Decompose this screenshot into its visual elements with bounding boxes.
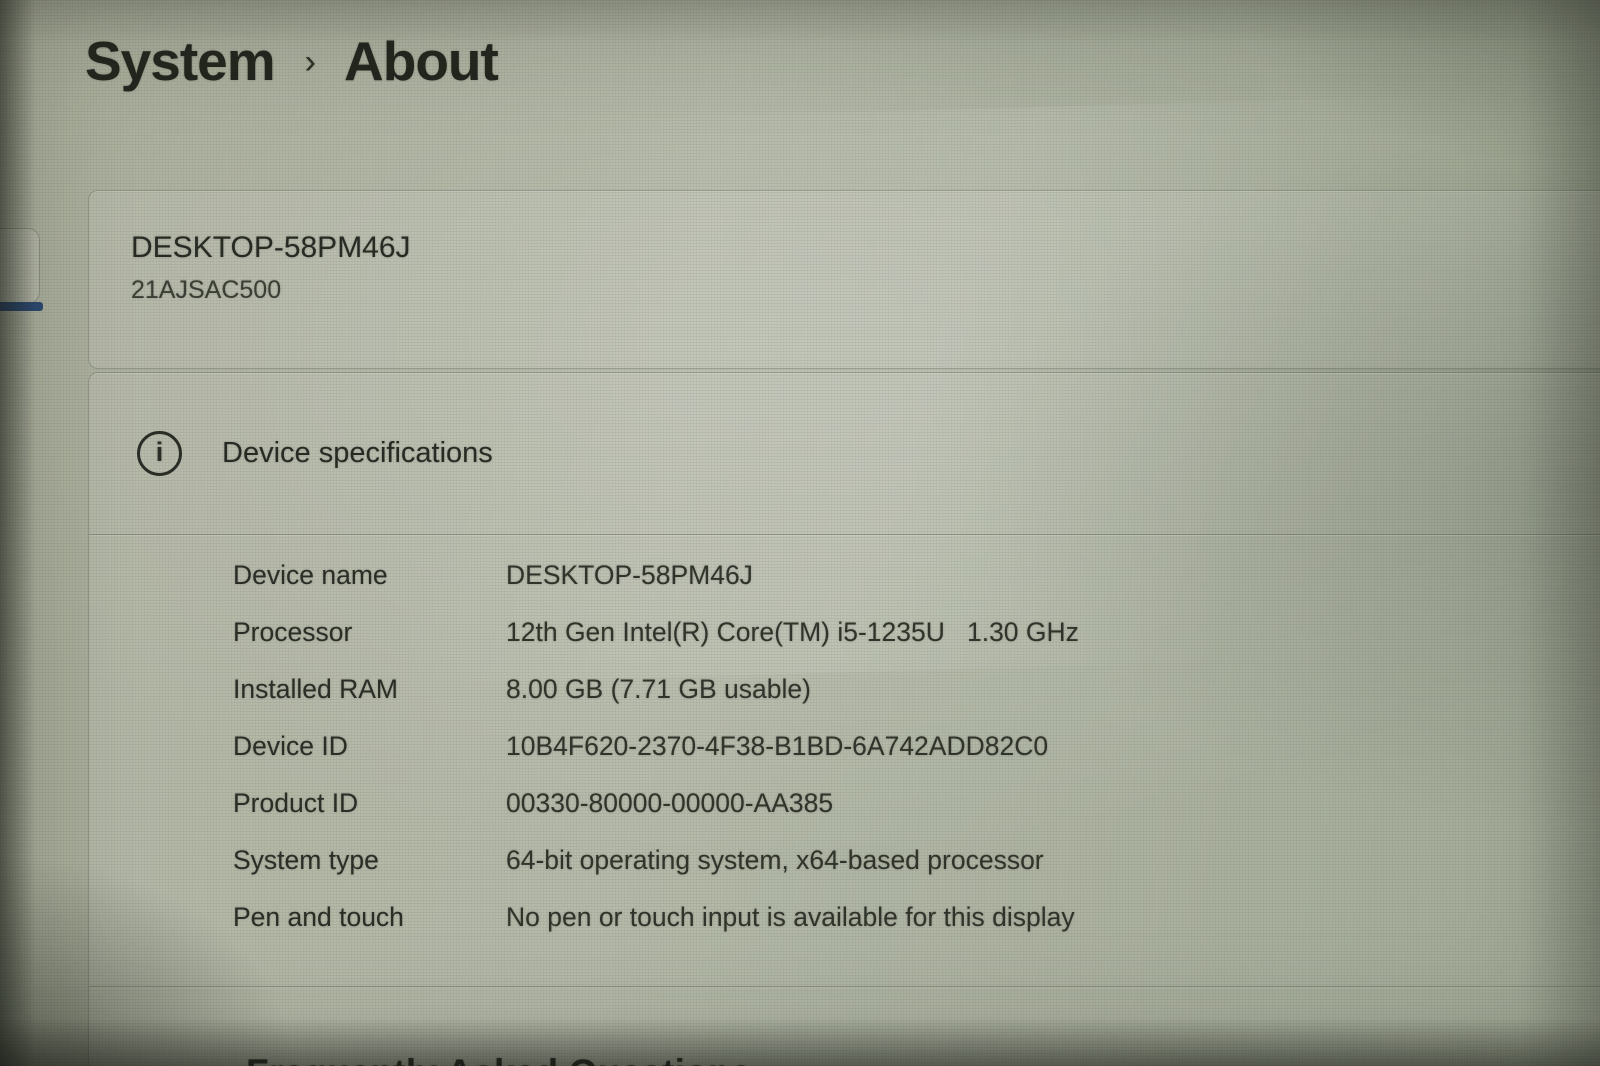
settings-about-page: System › About DESKTOP-58PM46J 21AJSAC50… xyxy=(0,0,1600,1066)
spec-row-processor: Processor 12th Gen Intel(R) Core(TM) i5-… xyxy=(233,616,1594,673)
accent-bar xyxy=(0,302,43,311)
breadcrumb: System › About xyxy=(85,26,498,98)
spec-list: Device name DESKTOP-58PM46J Processor 12… xyxy=(233,559,1594,958)
faq-section-title: Frequently Asked Questions xyxy=(246,1052,752,1066)
spec-value: 10B4F620-2370-4F38-B1BD-6A742ADD82C0 xyxy=(506,730,1048,762)
info-icon: i xyxy=(137,431,182,476)
spec-label: System type xyxy=(233,844,506,876)
spec-value: 64-bit operating system, x64-based proce… xyxy=(506,844,1044,876)
device-name-card: DESKTOP-58PM46J 21AJSAC500 xyxy=(88,190,1600,369)
spec-label: Device ID xyxy=(233,730,506,762)
sidebar-selected-item-partial[interactable] xyxy=(0,228,40,304)
spec-value: DESKTOP-58PM46J xyxy=(506,559,753,591)
spec-row-system-type: System type 64-bit operating system, x64… xyxy=(233,844,1594,901)
device-name: DESKTOP-58PM46J xyxy=(131,231,411,265)
spec-value: 12th Gen Intel(R) Core(TM) i5-1235U 1.30… xyxy=(506,616,1079,648)
divider xyxy=(89,534,1600,535)
breadcrumb-system[interactable]: System xyxy=(85,26,275,98)
spec-label: Pen and touch xyxy=(233,901,506,933)
spec-value: 8.00 GB (7.71 GB usable) xyxy=(506,673,811,705)
spec-value: No pen or touch input is available for t… xyxy=(506,901,1075,933)
spec-row-installed-ram: Installed RAM 8.00 GB (7.71 GB usable) xyxy=(233,673,1594,730)
device-model: 21AJSAC500 xyxy=(131,276,281,305)
spec-row-pen-and-touch: Pen and touch No pen or touch input is a… xyxy=(233,901,1594,958)
spec-label: Device name xyxy=(233,559,506,591)
spec-row-device-id: Device ID 10B4F620-2370-4F38-B1BD-6A742A… xyxy=(233,730,1594,787)
section-title: Device specifications xyxy=(222,437,493,470)
device-specifications-header[interactable]: i Device specifications xyxy=(89,373,1600,534)
divider xyxy=(89,986,1600,987)
spec-label: Installed RAM xyxy=(233,673,506,705)
spec-label: Product ID xyxy=(233,787,506,819)
spec-label: Processor xyxy=(233,616,506,648)
breadcrumb-about: About xyxy=(344,26,498,98)
spec-row-product-id: Product ID 00330-80000-00000-AA385 xyxy=(233,787,1594,844)
spec-value: 00330-80000-00000-AA385 xyxy=(506,787,833,819)
device-specifications-card: i Device specifications Device name DESK… xyxy=(88,372,1600,1066)
chevron-right-icon: › xyxy=(305,43,316,82)
spec-row-device-name: Device name DESKTOP-58PM46J xyxy=(233,559,1594,616)
